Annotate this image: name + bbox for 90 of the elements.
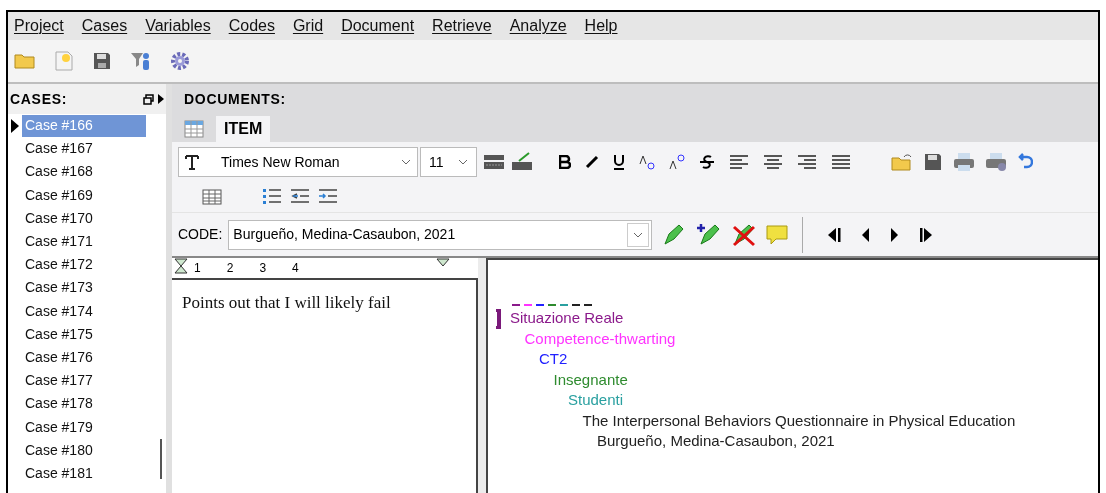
case-item[interactable]: Case #177 [22,369,146,392]
align-center-icon[interactable] [763,154,783,170]
align-right-icon[interactable] [797,154,817,170]
align-left-icon[interactable] [729,154,749,170]
document-tab[interactable]: ITEM [216,116,271,142]
caret-icon [458,159,468,165]
code-marker [512,304,520,306]
justify-icon[interactable] [831,154,851,170]
menu-item[interactable]: Retrieve [432,14,492,38]
case-item[interactable]: Case #168 [22,160,146,183]
menu-item[interactable]: Document [341,14,415,38]
decrease-indent-icon[interactable] [290,188,310,206]
underline-icon[interactable] [613,154,625,170]
menu-item[interactable]: Variables [145,14,211,38]
menu-item[interactable]: Cases [81,14,128,38]
subscript-icon[interactable] [639,154,655,170]
menu-item[interactable]: Grid [292,14,324,38]
case-item[interactable]: Case #171 [22,230,146,253]
caret-icon [633,231,644,238]
print-icon[interactable] [953,152,975,172]
code-marker [560,304,568,306]
case-item[interactable]: Case #172 [22,253,146,276]
code-marker [536,304,544,306]
case-item[interactable]: Case #173 [22,276,146,299]
menu-item[interactable]: Help [584,14,618,38]
code-label: Studenti [568,390,624,410]
caret-icon [401,159,411,165]
restore-window-icon[interactable] [143,93,154,105]
code-label: CT2 [539,349,568,369]
code-label: Competence-thwarting [524,328,676,349]
case-item[interactable]: Case #174 [22,300,146,323]
font-family-dropdown[interactable]: Times New Roman [178,147,418,177]
code-marker [572,304,580,306]
code-label: Burgueño, Medina-Casaubon, 2021 [597,431,835,451]
code-marker [524,304,532,306]
bold-icon[interactable] [559,155,571,169]
strikethrough-icon[interactable] [699,154,715,170]
case-item[interactable]: Case #169 [22,184,146,207]
code-marker [584,304,592,306]
spellcheck-icon[interactable] [483,153,505,171]
next-icon[interactable] [890,226,900,243]
table-icon [184,120,204,138]
panel-title: DOCUMENTS: [184,89,286,109]
code-label: Insegnante [553,369,628,390]
undo-icon[interactable] [1017,153,1033,171]
settings-icon[interactable] [170,51,190,71]
font-icon [185,154,201,170]
remove-highlighter-icon[interactable] [732,222,757,247]
bullet-list-icon[interactable] [262,188,282,206]
code-label: Situazione Reale [510,308,624,328]
case-item[interactable]: Case #179 [22,416,146,439]
memo-text: Points out that I will likely fail [182,292,392,314]
keyboard-check-icon[interactable] [511,152,533,172]
font-size-dropdown[interactable]: 11 [420,147,477,177]
case-item[interactable]: Case #175 [22,323,146,346]
superscript-icon[interactable] [669,154,685,170]
current-row-icon [11,118,19,133]
first-icon[interactable] [827,226,842,243]
panel-title: CASES: [10,89,68,109]
menu-item[interactable]: Project [14,14,64,38]
case-item[interactable]: Case #167 [22,137,146,160]
right-margin-icon[interactable] [436,258,450,268]
previous-icon[interactable] [861,226,871,243]
increase-indent-icon[interactable] [318,188,338,206]
code-marker [548,304,556,306]
ruler-number: 2 [226,260,234,277]
case-item[interactable]: Case #181 [22,462,146,485]
case-item[interactable]: Case #178 [22,392,146,415]
print-settings-icon[interactable] [985,152,1007,172]
save-icon[interactable] [92,51,112,71]
filter-person-icon[interactable] [130,50,152,72]
ruler-number: 4 [292,260,299,277]
case-item[interactable]: Case #170 [22,207,146,230]
ruler[interactable]: 1 2 3 4 [172,258,478,278]
field-label: CODE: [178,225,223,244]
scrollbar-thumb[interactable] [160,439,162,479]
table-icon[interactable] [202,189,222,205]
save-icon[interactable] [923,152,943,172]
ruler-number: 1 [194,260,201,277]
menu-item[interactable]: Codes [228,14,275,38]
code-dropdown[interactable]: Burgueño, Medina-Casaubon, 2021 [228,219,653,250]
italic-icon[interactable] [585,155,599,169]
ruler-number: 3 [259,260,267,277]
case-item[interactable]: Case #180 [22,439,146,462]
code-bracket-icon [496,309,501,329]
code-label: The Interpersonal Behaviors Questionnaire in Physical Education [582,410,1016,431]
expand-arrow-icon[interactable] [158,94,164,104]
case-item[interactable]: Case #176 [22,346,146,369]
menu-item[interactable]: Analyze [509,14,567,38]
last-icon[interactable] [919,226,934,243]
